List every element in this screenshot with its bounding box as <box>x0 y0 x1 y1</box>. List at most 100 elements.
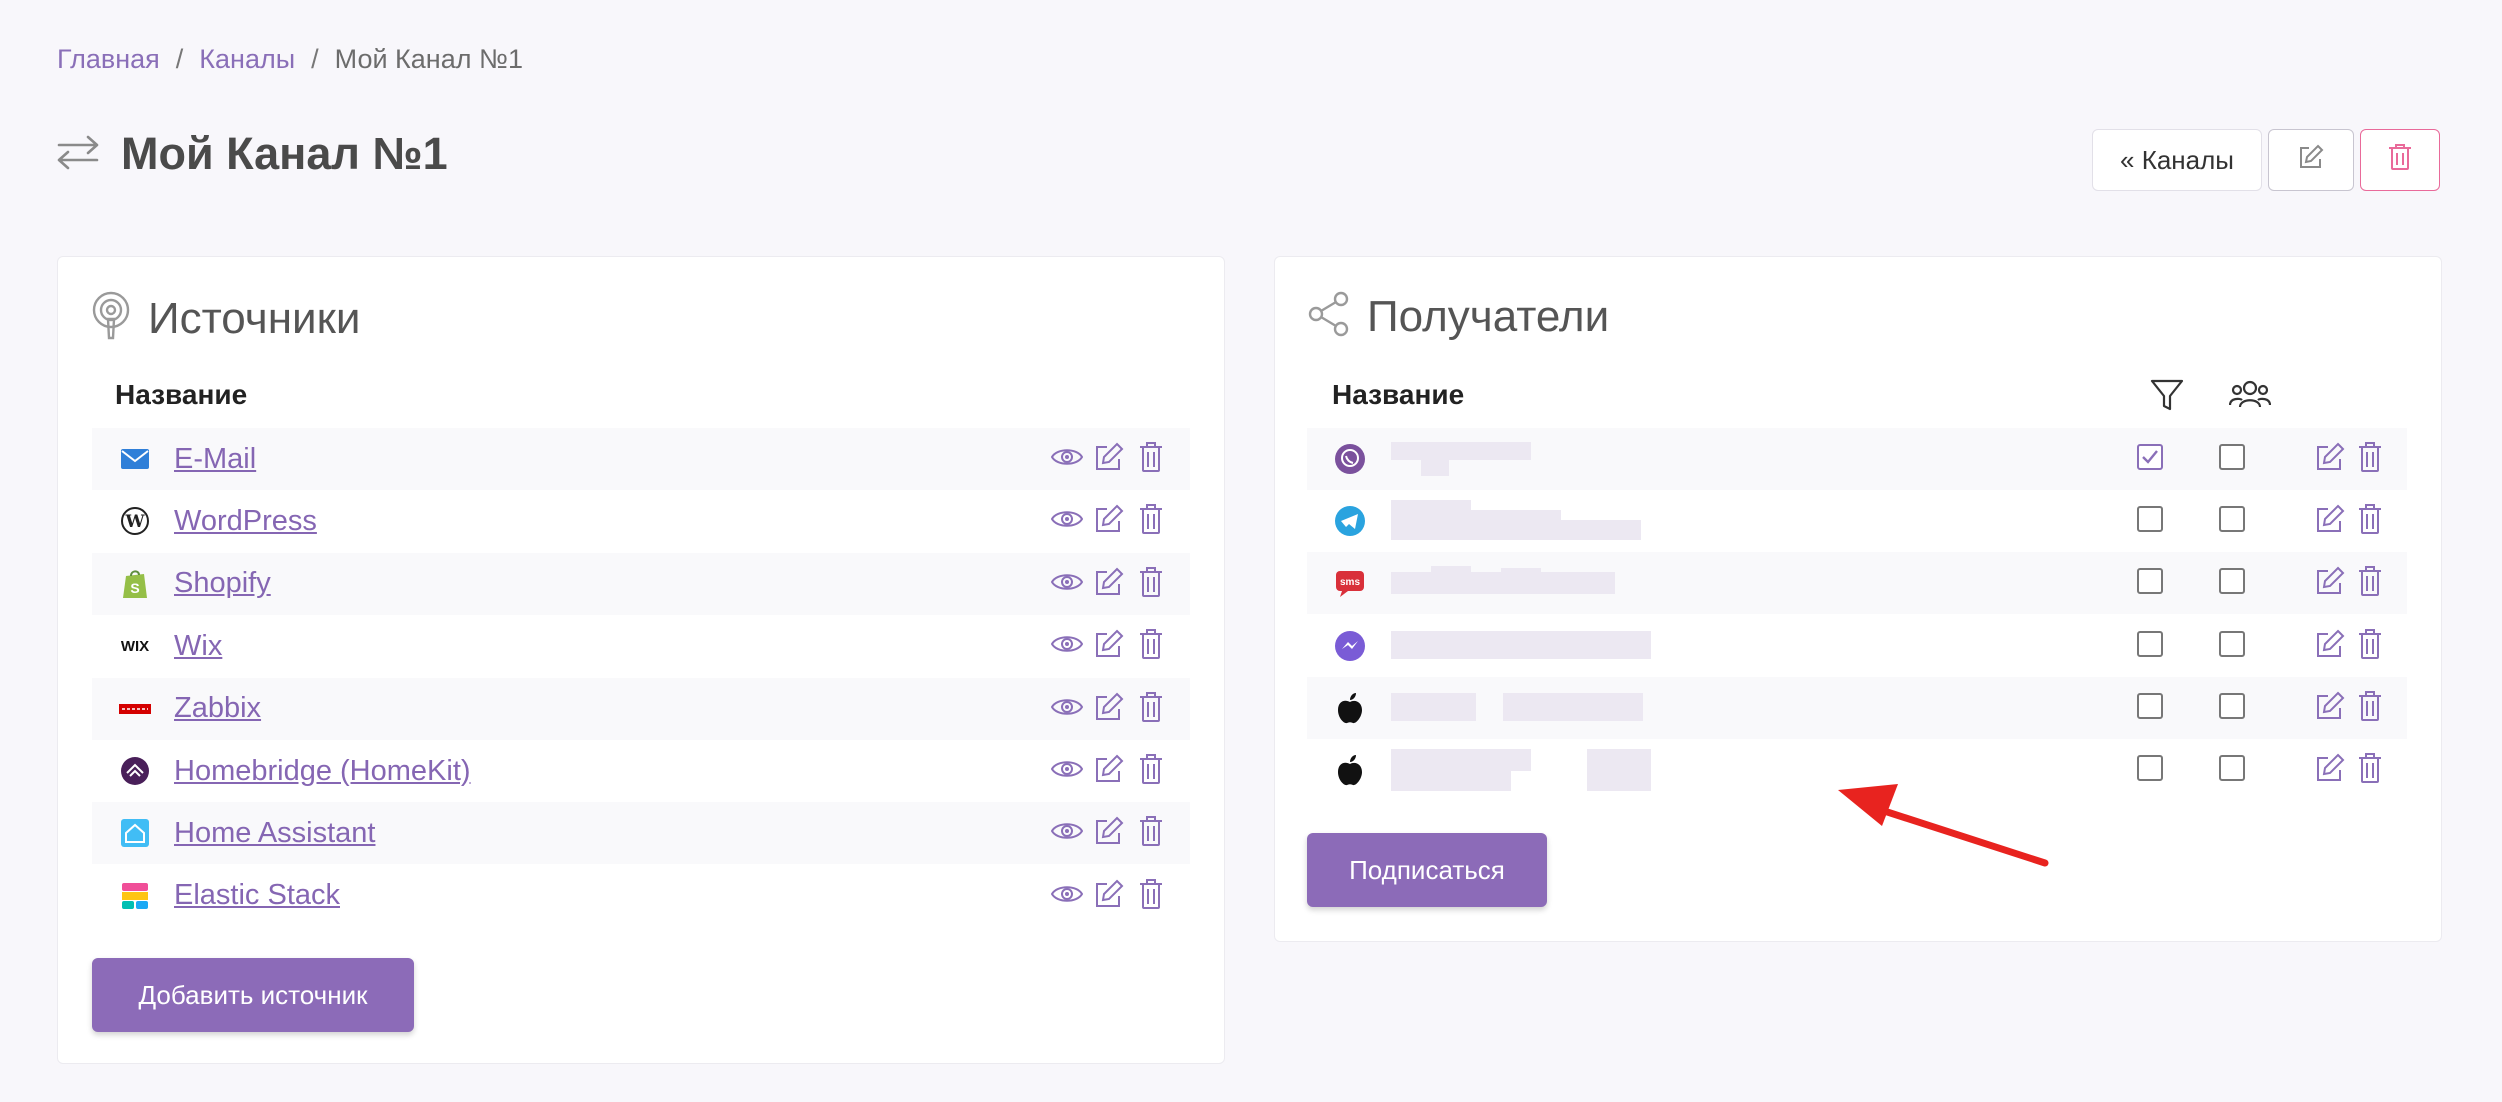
group-checkbox[interactable] <box>2219 506 2245 533</box>
edit-icon[interactable] <box>2313 751 2347 785</box>
filter-checkbox[interactable] <box>2137 568 2163 595</box>
homebridge-icon <box>118 754 152 788</box>
source-link[interactable]: E-Mail <box>174 443 256 476</box>
podcast-icon <box>90 291 132 346</box>
trash-icon[interactable] <box>2353 502 2387 536</box>
edit-icon[interactable] <box>1092 627 1126 661</box>
trash-icon[interactable] <box>2353 627 2387 661</box>
edit-icon[interactable] <box>2313 440 2347 474</box>
view-icon[interactable] <box>1050 565 1084 599</box>
source-link[interactable]: Wix <box>174 630 222 663</box>
source-row-actions <box>1050 565 1168 599</box>
trash-icon[interactable] <box>2353 689 2387 723</box>
recipient-row <box>1307 490 2407 552</box>
recipient-row-actions <box>2313 502 2387 536</box>
edit-icon[interactable] <box>1092 877 1126 911</box>
share-icon <box>1307 291 1351 342</box>
edit-icon[interactable] <box>2313 627 2347 661</box>
source-row-actions <box>1050 627 1168 661</box>
trash-icon[interactable] <box>1134 752 1168 786</box>
edit-icon[interactable] <box>2313 689 2347 723</box>
page-title: Мой Канал №1 <box>121 128 448 179</box>
filter-checkbox[interactable] <box>2137 692 2163 719</box>
source-link[interactable]: Homebridge (HomeKit) <box>174 755 471 788</box>
breadcrumb-home-link[interactable]: Главная <box>57 44 160 74</box>
breadcrumb-channels-link[interactable]: Каналы <box>199 44 295 74</box>
edit-channel-button[interactable] <box>2268 129 2354 191</box>
back-to-channels-button[interactable]: « Каналы <box>2092 129 2262 191</box>
breadcrumb: Главная / Каналы / Мой Канал №1 <box>57 44 523 75</box>
source-link[interactable]: WordPress <box>174 505 317 538</box>
redacted-recipient-name <box>1391 749 1651 791</box>
recipients-panel-header: Получатели <box>1307 291 1609 342</box>
source-row: E-Mail <box>92 428 1190 490</box>
trash-icon[interactable] <box>1134 877 1168 911</box>
users-group-icon <box>2228 377 2272 418</box>
exchange-arrows-icon <box>55 132 101 177</box>
view-icon[interactable] <box>1050 440 1084 474</box>
edit-icon[interactable] <box>1092 814 1126 848</box>
recipient-row <box>1307 676 2407 739</box>
edit-icon[interactable] <box>1092 502 1126 536</box>
add-source-button[interactable]: Добавить источник <box>92 958 414 1032</box>
filter-icon <box>2149 377 2185 418</box>
edit-icon[interactable] <box>1092 690 1126 724</box>
filter-checkbox[interactable] <box>2137 506 2163 533</box>
trash-icon[interactable] <box>1134 565 1168 599</box>
trash-icon[interactable] <box>1134 814 1168 848</box>
trash-icon[interactable] <box>1134 502 1168 536</box>
delete-channel-button[interactable] <box>2360 129 2440 191</box>
recipient-row-actions <box>2313 440 2387 474</box>
apple-icon <box>1333 691 1367 725</box>
group-checkbox[interactable] <box>2219 630 2245 657</box>
source-row-actions <box>1050 502 1168 536</box>
group-checkbox[interactable] <box>2219 568 2245 595</box>
view-icon[interactable] <box>1050 502 1084 536</box>
svg-text:W: W <box>124 512 145 532</box>
redacted-recipient-name <box>1391 438 1651 480</box>
trash-icon[interactable] <box>1134 690 1168 724</box>
recipients-title: Получатели <box>1367 291 1610 341</box>
filter-checkbox[interactable] <box>2137 630 2163 657</box>
source-row: Home Assistant <box>92 802 1190 865</box>
telegram-icon <box>1333 504 1367 538</box>
annotation-arrow-icon <box>1838 784 2049 867</box>
source-link[interactable]: Zabbix <box>174 692 261 725</box>
subscribe-button[interactable]: Подписаться <box>1307 833 1547 907</box>
trash-icon[interactable] <box>2353 564 2387 598</box>
messenger-icon <box>1333 629 1367 663</box>
filter-checkbox[interactable] <box>2137 444 2163 470</box>
source-link[interactable]: Elastic Stack <box>174 879 340 912</box>
trash-icon[interactable] <box>2353 440 2387 474</box>
source-link[interactable]: Shopify <box>174 567 271 600</box>
source-row: W WordPress <box>92 490 1190 552</box>
view-icon[interactable] <box>1050 814 1084 848</box>
trash-icon[interactable] <box>1134 440 1168 474</box>
viber-icon <box>1333 442 1367 476</box>
trash-icon[interactable] <box>2353 751 2387 785</box>
breadcrumb-current: Мой Канал №1 <box>334 44 523 74</box>
view-icon[interactable] <box>1050 752 1084 786</box>
home-assistant-icon <box>118 816 152 850</box>
edit-icon[interactable] <box>1092 752 1126 786</box>
view-icon[interactable] <box>1050 627 1084 661</box>
sources-panel: Источники Название E-Mail W WordPress S Shop… <box>57 256 1225 1064</box>
page-header: Мой Канал №1 <box>55 128 448 180</box>
edit-icon[interactable] <box>1092 440 1126 474</box>
edit-icon[interactable] <box>2313 502 2347 536</box>
group-checkbox[interactable] <box>2219 444 2245 470</box>
group-checkbox[interactable] <box>2219 755 2245 781</box>
source-row-actions <box>1050 877 1168 911</box>
edit-icon[interactable] <box>2313 564 2347 598</box>
source-row-actions <box>1050 690 1168 724</box>
view-icon[interactable] <box>1050 690 1084 724</box>
wix-icon: WIX <box>118 629 152 663</box>
group-checkbox[interactable] <box>2219 692 2245 719</box>
recipient-row-actions <box>2313 751 2387 785</box>
filter-checkbox[interactable] <box>2137 755 2163 781</box>
edit-icon[interactable] <box>1092 565 1126 599</box>
trash-icon[interactable] <box>1134 627 1168 661</box>
recipient-row <box>1307 428 2407 490</box>
source-link[interactable]: Home Assistant <box>174 817 375 850</box>
view-icon[interactable] <box>1050 877 1084 911</box>
